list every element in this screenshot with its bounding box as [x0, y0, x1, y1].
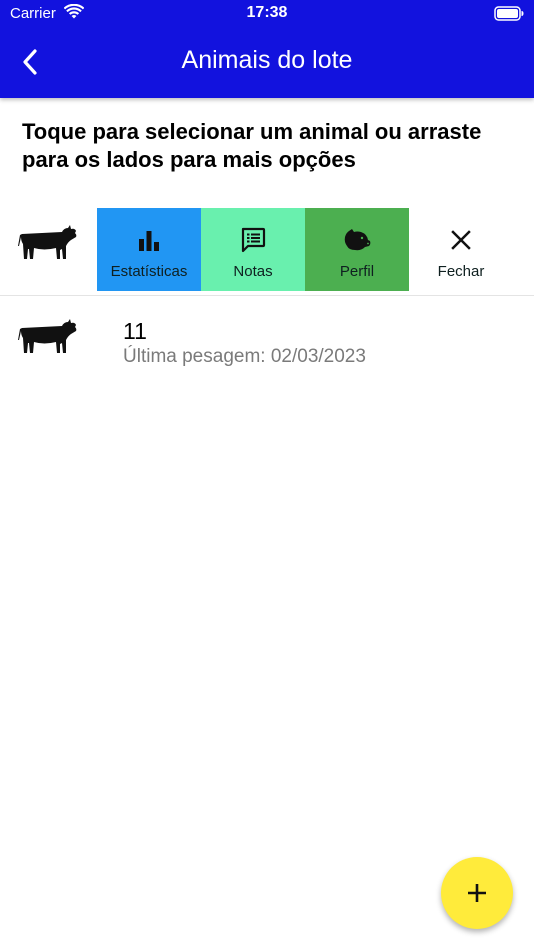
instruction-text: Toque para selecionar um animal ou arras… — [22, 119, 482, 172]
notes-label: Notas — [233, 263, 273, 280]
page-title: Animais do lote — [181, 46, 353, 74]
last-weighing-date: Última pesagem: 02/03/2023 — [123, 346, 366, 367]
add-animal-button[interactable] — [441, 857, 513, 929]
notes-button[interactable]: Notas — [201, 208, 305, 291]
close-label: Fechar — [437, 263, 485, 280]
app-bar: Carrier 17:38 Animais do lote — [0, 0, 534, 98]
cow-icon — [18, 222, 78, 267]
bar-chart-icon — [139, 231, 159, 251]
statistics-label: Estatísticas — [110, 263, 188, 280]
statistics-button[interactable]: Estatísticas — [97, 208, 201, 291]
row-divider — [0, 295, 534, 296]
battery-icon — [494, 6, 524, 26]
close-button[interactable]: Fechar — [409, 208, 513, 291]
status-bar: Carrier 17:38 — [0, 0, 534, 28]
animal-list-item[interactable]: 11 Última pesagem: 02/03/2023 — [0, 300, 534, 380]
notes-icon — [241, 227, 266, 253]
screen: Carrier 17:38 Animais do lote Toque para… — [0, 0, 534, 950]
pig-head-icon — [344, 229, 371, 251]
plus-icon — [468, 884, 486, 902]
status-time: 17:38 — [246, 4, 288, 21]
profile-button[interactable]: Perfil — [305, 208, 409, 291]
profile-label: Perfil — [339, 263, 375, 280]
swiped-animal-row[interactable]: Estatísticas Notas Perfil Fechar — [0, 208, 534, 291]
close-icon — [451, 230, 471, 250]
cow-icon — [18, 316, 78, 361]
animal-id: 11 — [123, 318, 147, 344]
